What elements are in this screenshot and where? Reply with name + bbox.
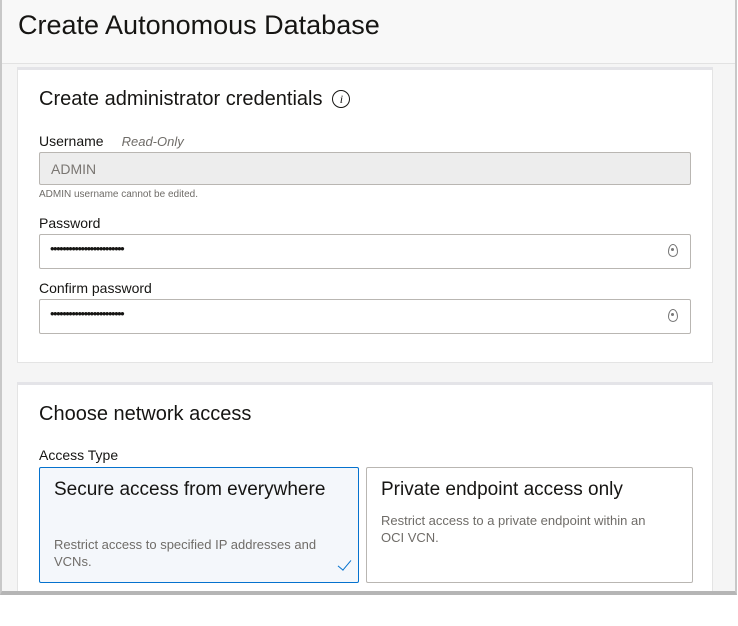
username-help: ADMIN username cannot be edited. [39,189,198,200]
confirm-password-label: Confirm password [39,280,152,296]
show-password-icon[interactable] [668,244,678,257]
access-type-label: Access Type [39,447,119,463]
info-icon[interactable]: i [332,90,351,108]
username-label-text: Username [39,133,104,149]
credentials-title: Create administrator credentials [39,88,323,110]
network-section: Choose network access Access Type Secure… [17,382,713,591]
username-value: ADMIN [51,161,97,177]
checkmark-icon [337,556,352,571]
section-title: Create administrator credentials i [39,88,351,111]
password-field[interactable]: •••••••••••••••••••••••• [39,234,691,269]
confirm-password-value: •••••••••••••••••••••••• [50,306,125,321]
option-private-endpoint[interactable]: Private endpoint access only Restrict ac… [366,467,693,583]
page-title: Create Autonomous Database [18,10,380,40]
network-title: Choose network access [39,403,252,425]
option-description: Restrict access to specified IP addresse… [54,537,317,569]
option-title: Secure access from everywhere [54,479,326,500]
confirm-password-field[interactable]: •••••••••••••••••••••••• [39,299,691,334]
credentials-section: Create administrator credentials i Userna… [17,67,713,363]
password-label: Password [39,215,101,231]
read-only-badge: Read-Only [121,134,184,149]
option-secure-access[interactable]: Secure access from everywhere Restrict a… [39,467,359,583]
option-title: Private endpoint access only [381,479,623,500]
page-header: Create Autonomous Database [2,0,735,64]
username-field[interactable]: ADMIN [39,152,691,185]
show-password-icon[interactable] [668,309,678,322]
password-value: •••••••••••••••••••••••• [50,241,125,256]
username-label: Username Read-Only [39,133,184,149]
window: Create Autonomous Database Create admini… [0,0,737,595]
option-description: Restrict access to a private endpoint wi… [381,513,646,545]
